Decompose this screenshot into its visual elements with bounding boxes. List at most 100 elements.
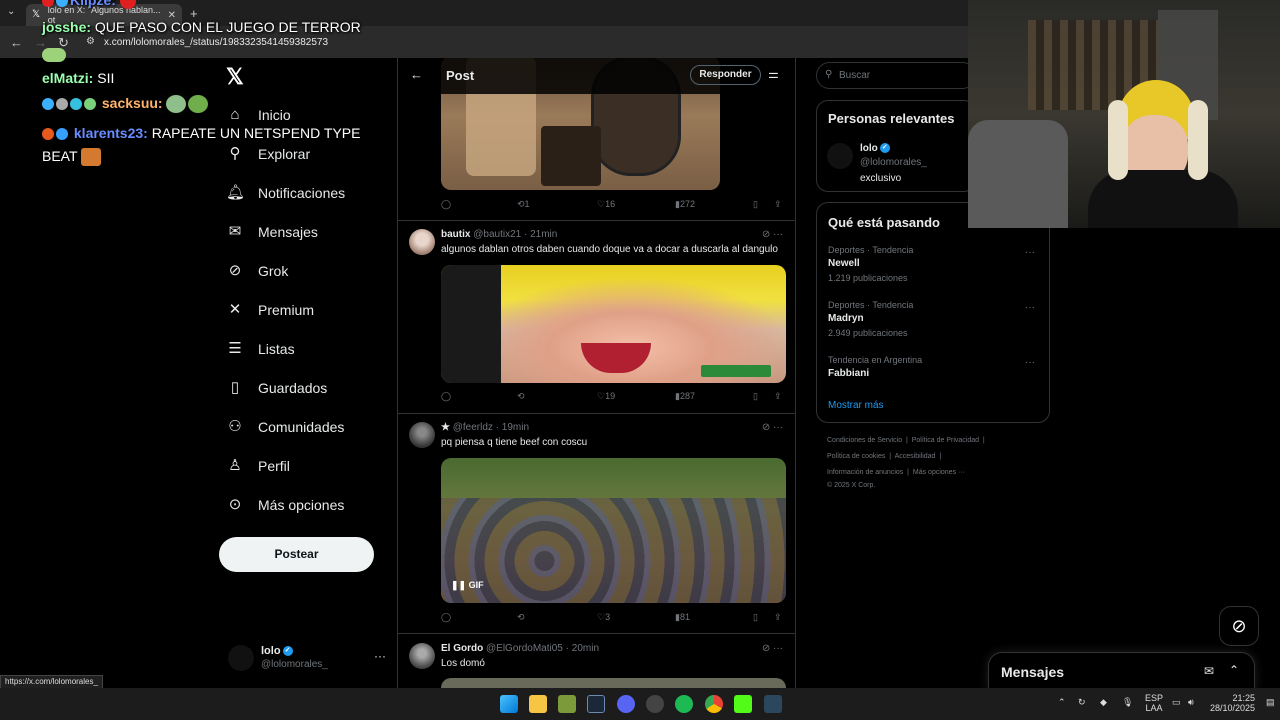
chrome-icon[interactable]: [705, 695, 723, 713]
url-field[interactable]: x.com/lolomorales_/status/19833235414593…: [104, 37, 328, 48]
footer-link[interactable]: Condiciones de Servicio: [827, 437, 902, 444]
nav-item-grok[interactable]: ⊘ Grok: [226, 262, 289, 280]
nav-item-guardados[interactable]: ▯ Guardados: [226, 379, 327, 397]
avatar[interactable]: [827, 143, 853, 169]
bookmark-icon[interactable]: ▯: [753, 199, 758, 210]
more-icon[interactable]: ···: [374, 649, 386, 663]
volume-icon[interactable]: 🔊︎: [1188, 697, 1194, 708]
tweet-media[interactable]: ❚❚ GIF: [441, 458, 786, 603]
tab-search-icon[interactable]: ⌄: [7, 6, 15, 17]
back-arrow-icon[interactable]: ←: [410, 67, 423, 82]
network-icon[interactable]: ▭: [1172, 697, 1181, 708]
reply-icon[interactable]: ◯: [441, 199, 451, 210]
bookmark-icon: ▯: [230, 379, 240, 396]
clock[interactable]: 21:25 28/10/2025: [1210, 693, 1255, 713]
nav-item-listas[interactable]: ☰ Listas: [226, 340, 294, 358]
kick-icon[interactable]: [734, 695, 752, 713]
footer-link[interactable]: Política de cookies: [827, 453, 885, 460]
more-icon[interactable]: ···: [1025, 247, 1035, 258]
tweet-time[interactable]: · 20min: [566, 643, 599, 654]
spotify-icon[interactable]: [675, 695, 693, 713]
gif-badge[interactable]: ❚❚ GIF: [451, 580, 491, 596]
avatar[interactable]: [409, 229, 435, 255]
tweet-media[interactable]: [441, 265, 786, 383]
nav-item-explorar[interactable]: ⚲ Explorar: [226, 145, 311, 163]
share-icon[interactable]: ⇪: [774, 391, 782, 402]
like-icon[interactable]: ♡ 16: [597, 199, 615, 210]
author-name[interactable]: El Gordo: [441, 643, 483, 654]
start-icon[interactable]: [500, 695, 518, 713]
avatar[interactable]: [409, 643, 435, 669]
site-info-icon[interactable]: ⚙: [86, 36, 95, 47]
footer-link[interactable]: Política de Privacidad: [912, 437, 979, 444]
new-message-icon[interactable]: ✉: [1204, 664, 1214, 678]
grok-floating-button[interactable]: ⊘: [1219, 606, 1259, 646]
reply-icon[interactable]: ◯: [441, 612, 451, 623]
share-icon[interactable]: ⇪: [774, 199, 782, 210]
home-icon: ⌂: [230, 106, 240, 123]
tweet-menu[interactable]: ⊘ ···: [762, 422, 783, 433]
reply-button[interactable]: Responder: [690, 65, 761, 85]
post-button[interactable]: Postear: [219, 537, 374, 572]
nav-item-perfil[interactable]: ♙ Perfil: [226, 457, 290, 475]
footer-link[interactable]: Accesibilidad: [895, 453, 936, 460]
tweet-time[interactable]: · 19min: [496, 422, 529, 433]
bookmark-icon[interactable]: ▯: [753, 612, 758, 623]
relevant-handle[interactable]: @lolomorales_: [860, 157, 927, 168]
avatar[interactable]: [409, 422, 435, 448]
show-more-link[interactable]: Mostrar más: [828, 400, 884, 411]
retweet-icon[interactable]: ⟲: [517, 612, 525, 623]
like-icon[interactable]: ♡ 19: [597, 391, 615, 402]
divider: [398, 413, 795, 414]
share-icon[interactable]: ⇪: [774, 612, 782, 623]
microphone-icon[interactable]: 🎙︎: [1122, 697, 1133, 708]
account-switcher[interactable]: lolo ✓ @lolomorales_ ···: [226, 641, 386, 675]
back-icon[interactable]: ←: [10, 35, 23, 50]
tweet-time[interactable]: · 21min: [524, 229, 557, 240]
tweet-media[interactable]: [441, 678, 786, 688]
tweet-menu[interactable]: ⊘ ···: [762, 229, 783, 240]
more-icon[interactable]: ···: [1025, 302, 1035, 313]
more-icon[interactable]: ···: [1025, 357, 1035, 368]
messages-drawer[interactable]: Mensajes ✉ ⌃: [988, 652, 1255, 692]
tray-overflow-icon[interactable]: ⌃: [1058, 697, 1066, 708]
views-icon[interactable]: ▮ 81: [675, 612, 690, 623]
notifications-icon[interactable]: ▤: [1266, 697, 1275, 708]
views-icon[interactable]: ▮ 287: [675, 391, 695, 402]
nav-item-comunidades[interactable]: ⚇ Comunidades: [226, 418, 344, 436]
app-icon[interactable]: [646, 695, 664, 713]
search-input[interactable]: ⚲ Buscar: [816, 62, 976, 89]
nav-item-mas-opciones[interactable]: ⊙ Más opciones: [226, 496, 345, 514]
like-icon[interactable]: ♡ 3: [597, 612, 610, 623]
steam-icon[interactable]: [764, 695, 782, 713]
nav-item-premium[interactable]: ✕ Premium: [226, 301, 314, 319]
author-handle[interactable]: @ElGordoMati05: [486, 643, 563, 654]
bookmark-icon[interactable]: ▯: [753, 391, 758, 402]
x-logo-icon[interactable]: 𝕏: [226, 64, 244, 90]
author-name[interactable]: bautix: [441, 229, 470, 240]
nav-item-notificaciones[interactable]: 🔔︎ Notificaciones: [226, 184, 345, 202]
reply-icon[interactable]: ◯: [441, 391, 451, 402]
nav-item-inicio[interactable]: ⌂ Inicio: [226, 106, 290, 124]
views-icon[interactable]: ▮ 272: [675, 199, 695, 210]
nav-item-mensajes[interactable]: ✉ Mensajes: [226, 223, 318, 241]
file-explorer-icon[interactable]: [529, 695, 547, 713]
filter-icon[interactable]: ⚌: [768, 67, 779, 81]
discord-icon[interactable]: [617, 695, 635, 713]
steam-icon[interactable]: [587, 695, 605, 713]
author-handle[interactable]: @feerldz: [453, 422, 493, 433]
footer-link[interactable]: Información de anuncios: [827, 469, 903, 476]
shield-icon[interactable]: ◆: [1100, 697, 1107, 708]
footer-link[interactable]: Más opciones ···: [913, 469, 965, 476]
language-indicator[interactable]: ESP LAA: [1145, 693, 1163, 713]
badge-icon: [70, 98, 82, 111]
retweet-icon[interactable]: ⟲ 1: [517, 199, 530, 210]
author-handle[interactable]: @bautix21: [473, 229, 521, 240]
tweet-menu[interactable]: ⊘ ···: [762, 643, 783, 654]
relevant-name-row[interactable]: lolo ✓: [860, 143, 890, 154]
retweet-icon[interactable]: ⟲: [517, 391, 525, 402]
expand-icon[interactable]: ⌃: [1229, 663, 1239, 677]
badge-icon: [42, 128, 54, 141]
app-icon[interactable]: [558, 695, 576, 713]
sync-icon[interactable]: ↻: [1078, 697, 1086, 708]
